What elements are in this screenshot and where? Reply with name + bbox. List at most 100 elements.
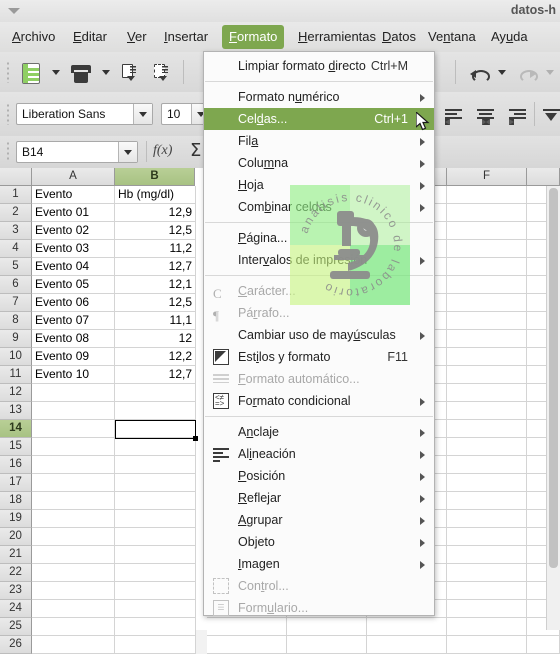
menu-archivo[interactable]: Archivo <box>5 25 62 49</box>
cell-B24[interactable] <box>115 600 196 618</box>
cell-A4[interactable]: Evento 03 <box>32 240 115 258</box>
cell-E25[interactable] <box>367 618 447 636</box>
open-file-dropdown-caret-icon[interactable] <box>102 70 110 75</box>
row-header-15[interactable]: 15 <box>0 438 32 456</box>
column-header-g[interactable] <box>527 168 560 186</box>
menu-item-fila[interactable]: Fila <box>204 130 434 152</box>
window-menu-caret-icon[interactable] <box>8 8 20 14</box>
cell-B25[interactable] <box>115 618 196 636</box>
cell-B4[interactable]: 11,2 <box>115 240 196 258</box>
align-left-button[interactable] <box>440 102 466 128</box>
cell-B1[interactable]: Hb (mg/dl) <box>115 186 196 204</box>
cell-F15[interactable] <box>447 438 527 456</box>
cell-A13[interactable] <box>32 402 115 420</box>
cell-B21[interactable] <box>115 546 196 564</box>
row-header-17[interactable]: 17 <box>0 474 32 492</box>
row-header-9[interactable]: 9 <box>0 330 32 348</box>
cell-F5[interactable] <box>447 258 527 276</box>
cell-A11[interactable]: Evento 10 <box>32 366 115 384</box>
name-box-dropdown-button[interactable] <box>118 142 137 162</box>
cell-F24[interactable] <box>447 600 527 618</box>
column-header-b[interactable]: B <box>115 168 195 186</box>
cell-B8[interactable]: 11,1 <box>115 312 196 330</box>
cell-F26[interactable] <box>447 636 527 654</box>
menu-item-posicion[interactable]: Posición <box>204 465 434 487</box>
cell-E26[interactable] <box>367 636 447 654</box>
menu-item-pagina[interactable]: Página... <box>204 227 434 249</box>
row-header-7[interactable]: 7 <box>0 294 32 312</box>
cell-A25[interactable] <box>32 618 115 636</box>
cell-A7[interactable]: Evento 06 <box>32 294 115 312</box>
menu-item-hoja[interactable]: Hoja <box>204 174 434 196</box>
cell-F18[interactable] <box>447 492 527 510</box>
menu-item-numerico[interactable]: Formato numérico <box>204 86 434 108</box>
cell-F1[interactable] <box>447 186 527 204</box>
cell-A12[interactable] <box>32 384 115 402</box>
cell-B13[interactable] <box>115 402 196 420</box>
formatting-toolbar-grip[interactable] <box>6 103 10 125</box>
cell-B11[interactable]: 12,7 <box>115 366 196 384</box>
cell-A17[interactable] <box>32 474 115 492</box>
row-header-11[interactable]: 11 <box>0 366 32 384</box>
cell-B20[interactable] <box>115 528 196 546</box>
cell-A19[interactable] <box>32 510 115 528</box>
menu-item-agrupar[interactable]: Agrupar <box>204 509 434 531</box>
cell-F4[interactable] <box>447 240 527 258</box>
menu-item-imagen[interactable]: Imagen <box>204 553 434 575</box>
menu-ver[interactable]: Ver <box>120 25 154 49</box>
vertical-scrollbar[interactable] <box>546 186 560 630</box>
cell-F9[interactable] <box>447 330 527 348</box>
cell-A10[interactable]: Evento 09 <box>32 348 115 366</box>
cell-B12[interactable] <box>115 384 196 402</box>
cell-B10[interactable]: 12,2 <box>115 348 196 366</box>
row-header-25[interactable]: 25 <box>0 618 32 636</box>
new-document-dropdown-caret-icon[interactable] <box>52 70 60 75</box>
cell-A20[interactable] <box>32 528 115 546</box>
cell-D25[interactable] <box>287 618 367 636</box>
redo-button[interactable] <box>514 60 540 86</box>
menu-herramientas[interactable]: Herramientas <box>291 25 383 49</box>
new-document-button[interactable] <box>18 60 44 86</box>
cell-A1[interactable]: Evento <box>32 186 115 204</box>
format-menu-popup[interactable]: Limpiar formato directo Ctrl+M Formato num… <box>203 51 435 616</box>
menu-item-combinar[interactable]: Combinar celdas <box>204 196 434 218</box>
row-header-22[interactable]: 22 <box>0 564 32 582</box>
merge-cells-button[interactable] <box>538 102 560 128</box>
cell-F8[interactable] <box>447 312 527 330</box>
row-header-21[interactable]: 21 <box>0 546 32 564</box>
cell-A2[interactable]: Evento 01 <box>32 204 115 222</box>
menu-editar[interactable]: Editar <box>66 25 114 49</box>
cell-B3[interactable]: 12,5 <box>115 222 196 240</box>
row-header-1[interactable]: 1 <box>0 186 32 204</box>
cell-B18[interactable] <box>115 492 196 510</box>
row-header-4[interactable]: 4 <box>0 240 32 258</box>
menu-item-estilos[interactable]: Estilos y formato F11 <box>204 346 434 368</box>
menu-item-alineacion[interactable]: Alineación <box>204 443 434 465</box>
menu-formato[interactable]: Formato <box>222 25 285 49</box>
menu-item-columna[interactable]: Columna <box>204 152 434 174</box>
row-header-16[interactable]: 16 <box>0 456 32 474</box>
menu-ayuda[interactable]: Ayuda <box>484 25 535 49</box>
cell-B15[interactable] <box>115 438 196 456</box>
cell-B6[interactable]: 12,1 <box>115 276 196 294</box>
sum-button[interactable]: Σ <box>190 140 201 161</box>
menu-insertar[interactable]: Insertar <box>157 25 215 49</box>
font-name-dropdown-button[interactable] <box>133 104 152 124</box>
row-header-8[interactable]: 8 <box>0 312 32 330</box>
row-header-10[interactable]: 10 <box>0 348 32 366</box>
cell-A26[interactable] <box>32 636 115 654</box>
cell-A9[interactable]: Evento 08 <box>32 330 115 348</box>
cell-A3[interactable]: Evento 02 <box>32 222 115 240</box>
cell-B22[interactable] <box>115 564 196 582</box>
cell-F21[interactable] <box>447 546 527 564</box>
cell-A16[interactable] <box>32 456 115 474</box>
row-header-24[interactable]: 24 <box>0 600 32 618</box>
row-header-2[interactable]: 2 <box>0 204 32 222</box>
row-header-3[interactable]: 3 <box>0 222 32 240</box>
menu-item-objeto[interactable]: Objeto <box>204 531 434 553</box>
cell-F3[interactable] <box>447 222 527 240</box>
align-center-button[interactable] <box>472 102 498 128</box>
cell-F19[interactable] <box>447 510 527 528</box>
cell-A21[interactable] <box>32 546 115 564</box>
undo-button[interactable] <box>466 60 492 86</box>
